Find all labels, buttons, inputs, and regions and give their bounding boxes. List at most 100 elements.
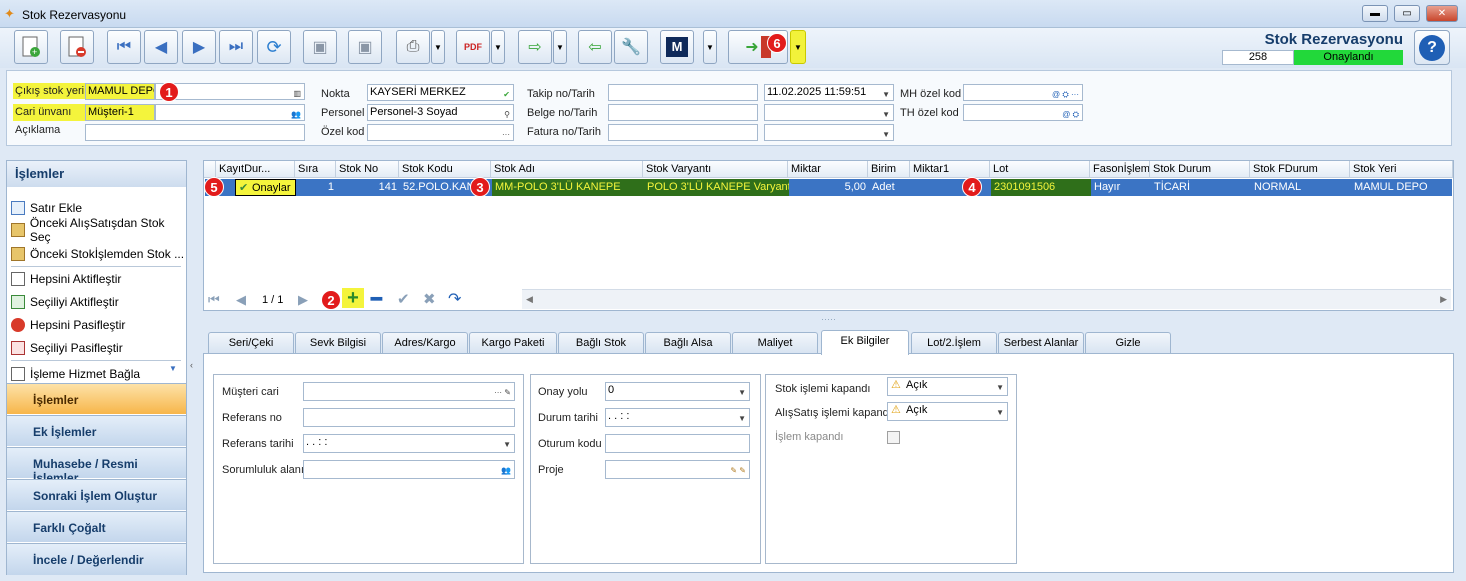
oturum-kodu-field[interactable] [605,434,750,453]
belge-no-field[interactable] [608,104,758,121]
tab-sevk-bilgisi[interactable]: Sevk Bilgisi [295,332,381,354]
aciklama-field[interactable] [85,124,305,141]
col-stok-yeri[interactable]: Stok Yeri [1350,161,1453,178]
col-fasonislem[interactable]: Fasonİşlem [1090,161,1150,178]
cell-sira[interactable]: 1 [296,179,337,196]
delete-record-button[interactable] [60,30,94,64]
remove-row-icon[interactable]: ━ [371,289,382,310]
satir-ekle-item[interactable]: Satır Ekle [11,198,82,218]
save-close-button[interactable]: ▣ [348,30,382,64]
first-page-icon[interactable]: ⏮ [208,292,220,308]
hepsini-pasiflestir-item[interactable]: Hepsini Pasifleştir [11,315,125,335]
proje-field[interactable]: ✎ ✎ [605,460,750,479]
mh-ozel-kod-field[interactable]: @ ⛭ ··· [963,84,1083,101]
col-stok-adi[interactable]: Stok Adı [491,161,643,178]
next-record-button[interactable]: ▶ [182,30,216,64]
cell-stok-no[interactable]: 141 [337,179,400,196]
tab-serbest-alanlar[interactable]: Serbest Alanlar [998,332,1084,354]
refresh-button[interactable]: ⟳ [257,30,291,64]
nav-muhasebe[interactable]: Muhasebe / Resmi İşlemler [7,447,186,485]
prev-page-icon[interactable]: ◀ [236,292,246,308]
cell-birim[interactable]: Adet [869,179,911,196]
exit-dropdown[interactable]: ▼ [790,30,806,64]
referans-no-field[interactable] [303,408,515,427]
nokta-field[interactable]: KAYSERİ MERKEZ ✔ [367,84,514,101]
fatura-no-field[interactable] [608,124,758,141]
pdf-button[interactable]: PDF [456,30,490,64]
tab-bagli-alsa[interactable]: Bağlı Alsa [645,332,731,354]
maximize-button[interactable]: ▭ [1394,5,1420,22]
col-stok-fdurum[interactable]: Stok FDurum [1250,161,1350,178]
belge-tarih-field[interactable]: ▼ [764,104,894,121]
col-stok-kodu[interactable]: Stok Kodu [399,161,491,178]
tab-ek-bilgiler[interactable]: Ek Bilgiler [821,330,909,355]
next-page-icon[interactable]: ▶ [298,292,308,308]
tab-gizle[interactable]: Gizle [1085,332,1171,354]
minimize-button[interactable]: ▬ [1362,5,1388,22]
last-record-button[interactable]: ⏭ [219,30,253,64]
cancel-icon[interactable]: ✖ [423,290,436,308]
close-button[interactable]: ✕ [1426,5,1458,22]
cell-lot[interactable]: 2301091506 [991,179,1091,196]
import-button[interactable]: ⇦ [578,30,612,64]
col-lot[interactable]: Lot [990,161,1090,178]
stok-islemi-kapandi-select[interactable]: ⚠ Açık ▼ [887,377,1008,396]
tab-seri-ceki[interactable]: Seri/Çeki [208,332,294,354]
hepsini-aktiflestir-item[interactable]: Hepsini Aktifleştir [11,269,121,289]
export-button[interactable]: ⇨ [518,30,552,64]
splitter[interactable]: ····· [203,314,1454,326]
new-record-button[interactable]: + [14,30,48,64]
th-ozel-kod-field[interactable]: @ ⛭ [963,104,1083,121]
musteri-cari-field[interactable]: ··· ✎ [303,382,515,401]
help-button[interactable]: ? [1414,30,1450,65]
print-button[interactable]: ⎙ [396,30,430,64]
personel-field[interactable]: Personel-3 Soyad ⚲ [367,104,514,121]
cari-unvani-rest[interactable]: 👥 [155,104,305,121]
cell-kayitdurum[interactable]: ✔ Onaylar [235,179,296,196]
islem-kapandi-checkbox[interactable] [887,431,900,444]
confirm-icon[interactable]: ✔ [397,290,410,308]
seciliyi-aktiflestir-item[interactable]: Seçiliyi Aktifleştir [11,292,119,312]
seciliyi-pasiflestir-item[interactable]: Seçiliyi Pasifleştir [11,338,123,358]
cell-miktar[interactable]: 5,00 [789,179,869,196]
cari-unvani-field[interactable]: Müşteri-1 [85,104,155,121]
m-module-dropdown[interactable]: ▼ [703,30,717,64]
alissatis-islemi-kapandi-select[interactable]: ⚠ Açık ▼ [887,402,1008,421]
cell-stok-fdurum[interactable]: NORMAL [1251,179,1351,196]
col-stok-no[interactable]: Stok No [336,161,399,178]
nav-sonraki-islem[interactable]: Sonraki İşlem Oluştur [7,479,186,510]
print-dropdown[interactable]: ▼ [431,30,445,64]
cikis-stok-yeri-field[interactable]: MAMUL DEPO [85,83,155,100]
tab-lot-2-islem[interactable]: Lot/2.İşlem [911,332,997,354]
col-stok-durum[interactable]: Stok Durum [1150,161,1250,178]
isleme-hizmet-bagla-item[interactable]: İşleme Hizmet Bağla [11,364,140,384]
durum-tarihi-field[interactable]: . . : : ▼ [605,408,750,427]
col-miktar1[interactable]: Miktar1 [910,161,990,178]
tab-kargo-paketi[interactable]: Kargo Paketi [469,332,557,354]
takip-tarih-field[interactable]: 11.02.2025 11:59:51 ▼ [764,84,894,101]
nav-farkli-cogalt[interactable]: Farklı Çoğalt [7,511,186,542]
onay-yolu-field[interactable]: 0 ▼ [605,382,750,401]
onceki-stokislem-item[interactable]: Önceki Stokİşlemden Stok ... [11,244,184,264]
onceki-alissatis-item[interactable]: Önceki AlışSatışdan Stok Seç [11,216,186,244]
first-record-button[interactable]: ⏮ [107,30,141,64]
referans-tarihi-field[interactable]: . . : : ▼ [303,434,515,453]
ozel-kod-field[interactable]: ··· [367,124,514,141]
redo-icon[interactable]: ↷ [448,289,461,309]
col-kayitdurum[interactable]: KayıtDur... [216,161,295,178]
save-button[interactable]: ▣ [303,30,337,64]
col-miktar[interactable]: Miktar [788,161,868,178]
tab-maliyet[interactable]: Maliyet [732,332,818,354]
sorumluluk-alani-field[interactable]: 👥 [303,460,515,479]
fatura-tarih-field[interactable]: ▼ [764,124,894,141]
scroll-down-icon[interactable]: ▼ [169,364,177,373]
add-row-icon[interactable]: + [342,288,364,308]
col-birim[interactable]: Birim [868,161,910,178]
nav-islemler[interactable]: İşlemler [7,383,186,414]
tab-adres-kargo[interactable]: Adres/Kargo [382,332,468,354]
m-module-button[interactable]: M [660,30,694,64]
cell-stok-durum[interactable]: TİCARİ [1151,179,1251,196]
cell-stok-yeri[interactable]: MAMUL DEPO [1351,179,1452,196]
export-dropdown[interactable]: ▼ [553,30,567,64]
settings-button[interactable]: 🔧 [614,30,648,64]
